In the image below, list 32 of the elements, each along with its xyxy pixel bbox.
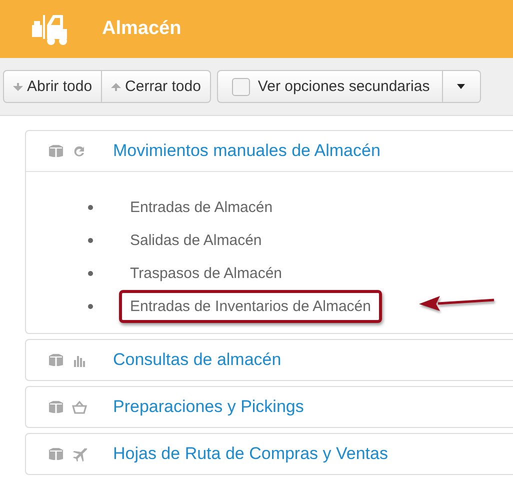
checkbox[interactable] [232, 78, 250, 96]
app-title: Almacén [102, 18, 182, 40]
up-arrow-icon [111, 82, 122, 90]
bullet [88, 205, 93, 210]
section-link[interactable]: Consultas de almacén [113, 350, 282, 370]
menu-item[interactable]: Traspasos de Almacén [119, 257, 294, 290]
caret-icon [457, 84, 466, 89]
expand-all-button[interactable]: Abrir todo [3, 70, 102, 103]
section-link[interactable]: Preparaciones y Pickings [113, 397, 304, 417]
section-link[interactable]: Movimientos manuales de Almacén [113, 141, 380, 161]
airplane-icon [72, 446, 87, 462]
bullet [88, 271, 93, 276]
dropdown-button[interactable] [442, 70, 481, 103]
basket-icon [72, 400, 87, 414]
refresh-icon [72, 144, 87, 158]
menu-item[interactable]: Salidas de Almacén [119, 224, 273, 257]
section-header[interactable]: Consultas de almacén [26, 340, 513, 380]
box-icon [48, 353, 64, 367]
highlighted-menu-item[interactable]: Entradas de Inventarios de Almacén [119, 290, 382, 323]
section-header[interactable]: Preparaciones y Pickings [26, 387, 513, 427]
forklift-icon [32, 13, 70, 45]
collapse-all-button[interactable]: Cerrar todo [102, 70, 211, 103]
box-icon [48, 400, 64, 414]
section-header[interactable]: Hojas de Ruta de Compras y Ventas [26, 434, 513, 474]
box-icon [48, 447, 64, 461]
menu-item[interactable]: Entradas de Almacén [119, 191, 284, 224]
section-header[interactable]: Movimientos manuales de Almacén [26, 131, 513, 172]
box-icon [48, 144, 64, 158]
bullet [88, 238, 93, 243]
down-arrow-icon [13, 82, 23, 90]
secondary-options-toggle[interactable]: Ver opciones secundarias [216, 70, 443, 103]
bullet [88, 304, 93, 309]
